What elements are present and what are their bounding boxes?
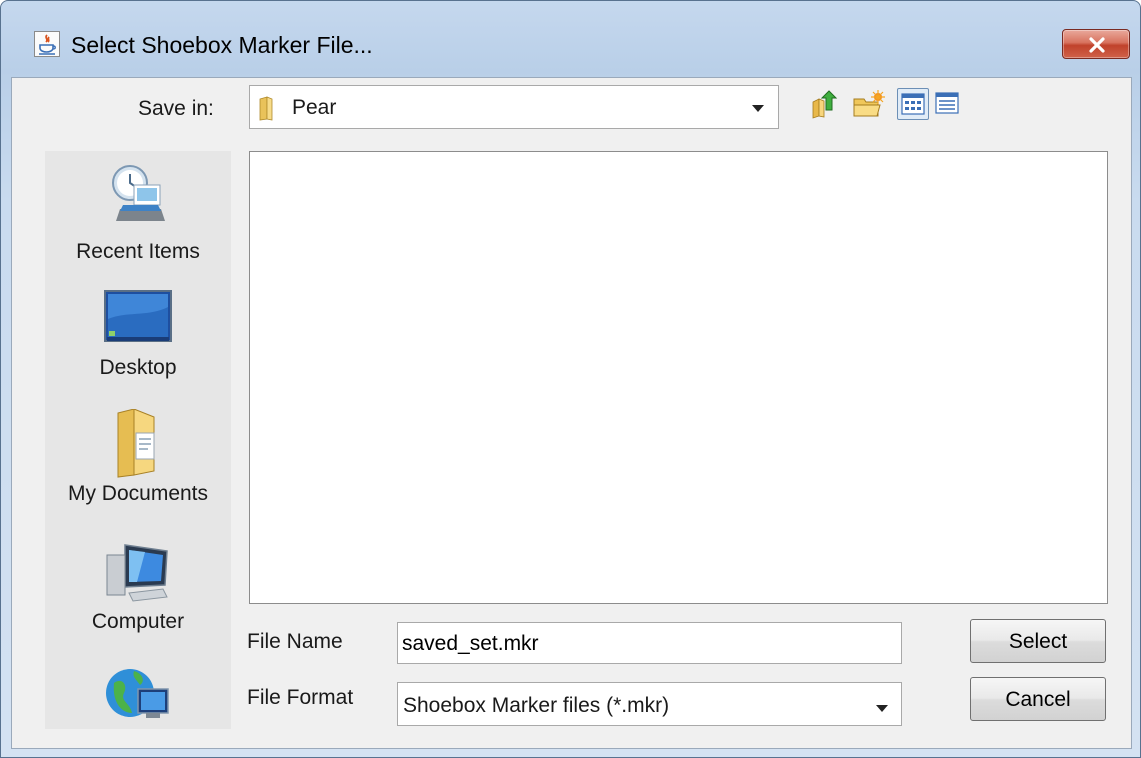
file-format-dropdown[interactable]: Shoebox Marker files (*.mkr) <box>397 682 902 726</box>
folder-icon <box>258 95 282 126</box>
place-my-documents[interactable]: My Documents <box>45 408 231 506</box>
save-in-dropdown[interactable]: Pear <box>249 85 779 129</box>
file-format-label: File Format <box>247 686 354 709</box>
up-one-level-icon[interactable] <box>807 88 839 120</box>
recent-items-icon <box>112 165 165 221</box>
details-view-icon[interactable] <box>932 88 964 120</box>
dialog-content: Save in: Pear Recent Items Desktop My Do… <box>11 77 1132 749</box>
chevron-down-icon <box>752 105 764 112</box>
list-view-icon[interactable] <box>897 88 929 120</box>
close-icon <box>1089 37 1105 53</box>
save-in-label: Save in: <box>138 97 214 120</box>
place-network[interactable] <box>45 663 231 732</box>
file-name-value: saved_set.mkr <box>402 632 539 655</box>
place-label: Computer <box>91 610 185 633</box>
place-label: Desktop <box>99 356 177 379</box>
my-documents-icon <box>117 408 155 478</box>
window-title: Select Shoebox Marker File... <box>71 32 373 58</box>
computer-icon <box>106 544 168 602</box>
place-desktop[interactable]: Desktop <box>45 287 231 380</box>
place-label: My Documents <box>67 482 209 505</box>
dialog-window: Select Shoebox Marker File... Save in: P… <box>0 0 1141 758</box>
file-name-input[interactable]: saved_set.mkr <box>397 622 902 664</box>
cancel-button[interactable]: Cancel <box>970 677 1106 721</box>
title-bar[interactable]: Select Shoebox Marker File... <box>1 1 1140 77</box>
close-button[interactable] <box>1062 29 1130 59</box>
place-recent-items[interactable]: Recent Items <box>45 161 231 264</box>
chevron-down-icon <box>876 705 888 712</box>
network-icon <box>106 669 169 718</box>
desktop-icon <box>104 290 172 342</box>
place-label: Recent Items <box>76 240 200 263</box>
file-list[interactable] <box>249 151 1108 604</box>
place-computer[interactable]: Computer <box>45 541 231 634</box>
select-button[interactable]: Select <box>970 619 1106 663</box>
file-name-label: File Name <box>247 630 343 653</box>
places-sidebar: Recent Items Desktop My Documents Comput… <box>45 151 231 729</box>
create-new-folder-icon[interactable] <box>851 88 885 120</box>
save-in-value: Pear <box>292 96 337 119</box>
java-app-icon <box>34 31 60 57</box>
file-format-value: Shoebox Marker files (*.mkr) <box>403 694 670 717</box>
